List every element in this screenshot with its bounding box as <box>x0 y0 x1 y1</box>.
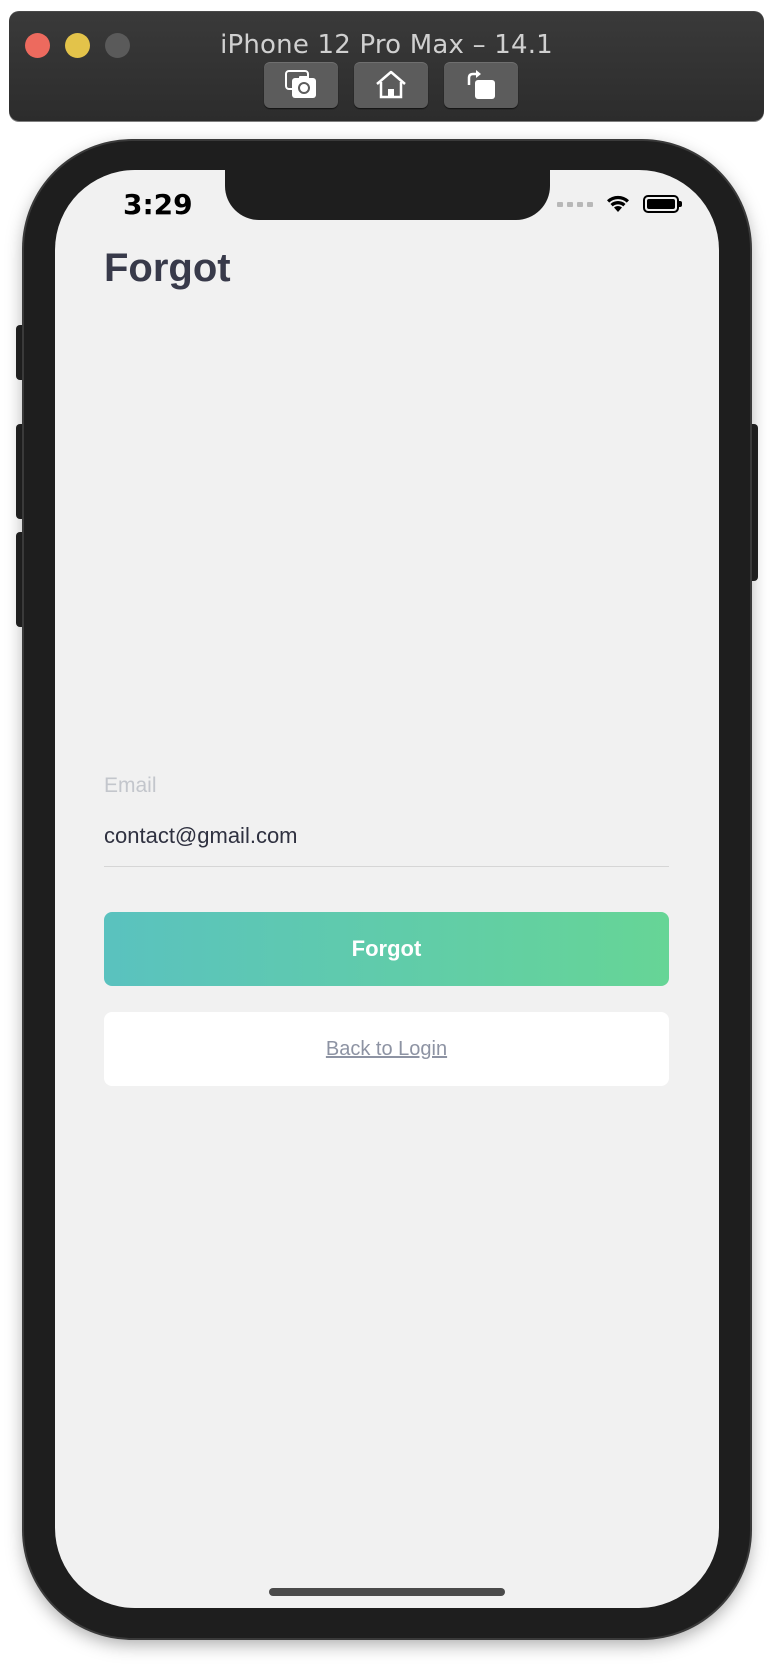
home-icon <box>376 70 406 99</box>
rotate-button[interactable] <box>444 62 518 108</box>
simulator-titlebar: iPhone 12 Pro Max – 14.1 <box>9 11 764 121</box>
cellular-signal-icon <box>557 201 593 207</box>
wifi-icon <box>607 195 629 212</box>
screenshot-icon <box>285 70 316 98</box>
status-icons <box>557 194 682 214</box>
app-screen: 3:29 Forgot Email Forgot Back to Login <box>55 170 719 1608</box>
status-time: 3:29 <box>123 188 193 221</box>
page-title: Forgot <box>104 246 231 290</box>
back-to-login-button[interactable]: Back to Login <box>104 1012 669 1086</box>
forgot-button[interactable]: Forgot <box>104 912 669 986</box>
home-button[interactable] <box>354 62 428 108</box>
home-indicator[interactable] <box>269 1588 505 1596</box>
device-notch <box>225 170 550 220</box>
email-field[interactable] <box>104 814 669 867</box>
email-label: Email <box>104 774 157 797</box>
simulator-title: iPhone 12 Pro Max – 14.1 <box>220 30 553 60</box>
screenshot-button[interactable] <box>264 62 338 108</box>
rotate-icon <box>467 70 495 99</box>
battery-icon <box>643 195 682 213</box>
